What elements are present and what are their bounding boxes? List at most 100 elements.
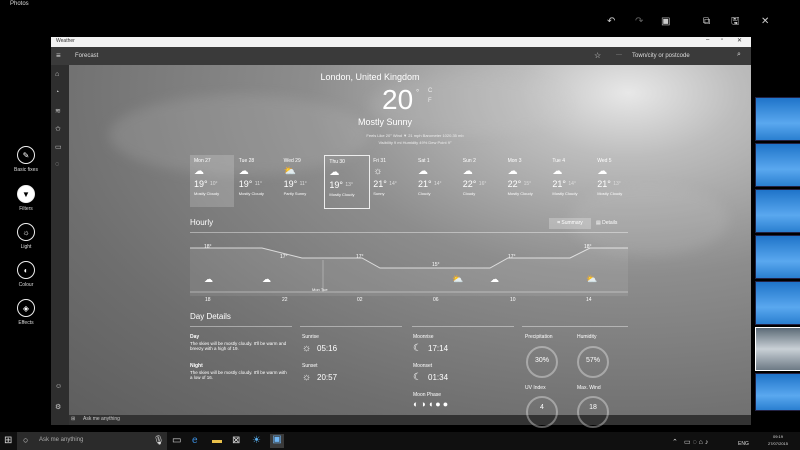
day-high: 19° <box>194 179 208 189</box>
effects-icon: ◈ <box>17 299 35 317</box>
maps-icon: ◔ <box>55 89 60 96</box>
day-low: 13° <box>613 181 621 187</box>
precipitation-label: Precipitation <box>525 334 553 340</box>
day-condition: Mostly Cloudy <box>238 191 264 196</box>
compare-icon[interactable]: ▣ <box>661 16 670 28</box>
day-high: 19° <box>283 179 298 189</box>
filter-thumbnail[interactable] <box>755 235 800 279</box>
degree-symbol: ° <box>416 88 420 97</box>
day-low: 14° <box>389 181 397 187</box>
day-name: Fri 31 <box>373 158 386 164</box>
taskbar-clock[interactable]: 09:19 27/07/2015 <box>760 433 796 447</box>
hourly-graph <box>190 247 628 296</box>
day-high: 22° <box>462 179 477 189</box>
weather-nav-rail: ⌂ ◔ ≋ ✩ ▭ ◌ ☺ ⚙ <box>51 65 69 425</box>
day-low: 13° <box>345 182 353 188</box>
day-name: Tue 28 <box>238 158 255 164</box>
section-divider <box>190 326 292 327</box>
day-condition: Cloudy <box>462 191 476 196</box>
hourly-divider <box>190 232 628 233</box>
colour-tool[interactable]: ◐ Colour <box>14 261 38 288</box>
more-icon: ··· <box>616 52 622 58</box>
location-name: London, United Kingdom <box>320 72 420 82</box>
uv-index-label: UV Index <box>525 385 546 391</box>
effects-tool[interactable]: ◈ Effects <box>14 299 38 326</box>
day-high: 22° <box>507 179 522 189</box>
task-view-icon[interactable]: ▭ <box>172 435 181 447</box>
day-name: Wed 29 <box>283 158 301 164</box>
day-low: 11° <box>254 181 262 187</box>
filter-thumbnail-selected[interactable] <box>755 327 800 371</box>
cloud-icon: ☁ <box>418 166 428 177</box>
hourly-temp: 17° <box>356 254 364 260</box>
store-icon[interactable]: ⊠ <box>232 435 240 447</box>
wind-ring <box>577 396 609 428</box>
photos-app-icon[interactable]: ▣ <box>270 434 284 448</box>
redo-icon[interactable]: ↷ <box>635 16 643 28</box>
taskbar-search[interactable]: ○ Ask me anything 🎙 <box>17 432 167 450</box>
tool-label: Basic fixes <box>14 167 38 173</box>
cloud-icon: ☁ <box>194 166 204 177</box>
filters-tool[interactable]: ▼ Filters <box>14 185 38 212</box>
photos-titlebar: Photos <box>0 0 800 12</box>
edge-icon[interactable]: e <box>192 435 198 447</box>
cloud-icon: ☁ <box>462 166 473 177</box>
day-name: Mon 3 <box>507 158 522 164</box>
moonset-label: Moonset <box>413 363 433 369</box>
filter-thumbnail[interactable] <box>755 189 800 233</box>
hourly-time: 02 <box>357 297 363 303</box>
day-text: The skies will be mostly cloudy. It'll b… <box>190 341 287 351</box>
header-title: Forecast <box>75 53 99 59</box>
tray-icons[interactable]: ▭ ◌ ⌂ ♪ <box>684 437 708 449</box>
tray-chevron-icon[interactable]: ⌃ <box>672 437 678 449</box>
tool-label: Light <box>20 244 32 250</box>
day-name: Mon 27 <box>194 158 211 164</box>
inner-taskbar: ⊞ Ask me anything <box>69 415 751 425</box>
close-icon[interactable]: ✕ <box>761 16 769 28</box>
light-tool[interactable]: ☼ Light <box>14 223 38 250</box>
close-icon: ✕ <box>737 38 743 44</box>
day-low: 14° <box>434 181 442 187</box>
windows-icon: ⊞ <box>71 416 76 422</box>
historical-icon: ≋ <box>55 108 61 115</box>
filter-thumbnail[interactable] <box>755 281 800 325</box>
tool-label: Colour <box>18 282 34 288</box>
hourly-temp: 15° <box>432 262 440 268</box>
settings-icon: ⚙ <box>55 404 62 411</box>
hourly-temp: 18° <box>204 244 212 250</box>
weather-app-icon[interactable]: ☀ <box>252 435 261 447</box>
hourly-time: 06 <box>433 297 439 303</box>
weather-header: ≡ Forecast ☆ ··· Town/city or postcode ⌕ <box>51 47 751 65</box>
current-details: Visibility 9 mi Humidity 49% Dew Point 9… <box>378 140 452 145</box>
filter-thumbnail[interactable] <box>755 97 800 141</box>
day-label: Day <box>190 334 200 340</box>
language-indicator[interactable]: ENG <box>738 438 749 450</box>
day-high: 19° <box>238 179 253 189</box>
file-explorer-icon[interactable]: ▬ <box>212 435 222 447</box>
hamburger-icon: ≡ <box>56 51 61 60</box>
basic-fixes-tool[interactable]: ✎ Basic fixes <box>14 146 38 173</box>
filter-thumbnail[interactable] <box>755 143 800 187</box>
hourly-time: 10 <box>510 297 516 303</box>
undo-icon[interactable]: ↶ <box>607 16 615 28</box>
start-icon[interactable]: ⊞ <box>4 435 12 447</box>
maximize-icon: ▫ <box>721 37 724 43</box>
day-forecast-tile: Wed 5 ☁ 21° 13° Mostly Cloudy <box>593 155 637 207</box>
day-low: 16° <box>478 181 487 187</box>
section-divider <box>412 326 514 327</box>
day-condition: Mostly Cloudy <box>597 191 623 196</box>
cloud-icon: ☁ <box>204 274 213 284</box>
save-icon[interactable]: 🖫 <box>731 16 740 28</box>
weather-titlebar: Weather – ▫ ✕ <box>51 37 751 47</box>
microphone-icon: 🎙 <box>153 435 165 445</box>
day-forecast-tile: Tue 4 ☁ 21° 14° Mostly Cloudy <box>548 155 592 207</box>
unit-celsius: C <box>428 88 433 94</box>
moon-icon: ☾ <box>413 343 422 354</box>
sunrise-label: Sunrise <box>302 334 319 340</box>
day-low: 15° <box>523 181 532 187</box>
photos-toolbar <box>0 12 800 34</box>
save-copy-icon[interactable]: ⧉ <box>703 16 710 28</box>
uv-value: 4 <box>540 404 544 411</box>
filter-thumbnail[interactable] <box>755 373 800 411</box>
summary-label: Summary <box>561 220 583 226</box>
